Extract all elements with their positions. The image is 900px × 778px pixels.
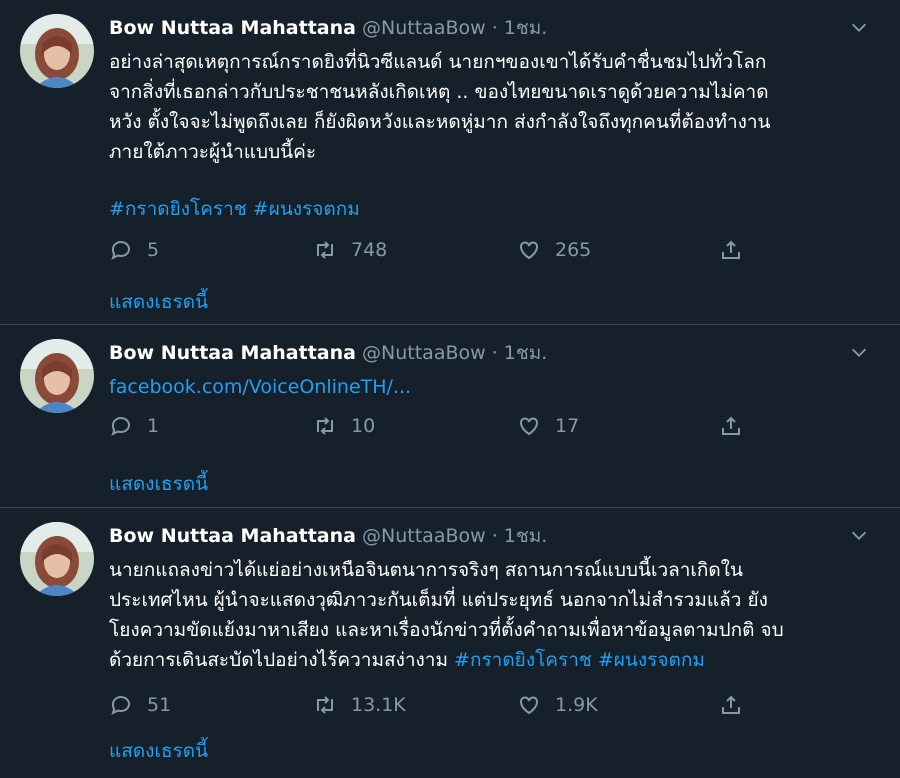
tweet-text-line: จากสิ่งที่เธอกล่าวกับประชาชนหลังเกิดเหตุ… <box>109 81 769 103</box>
tweet-text: อย่างล่าสุดเหตุการณ์กราดยิงที่นิวซีแลนด์… <box>109 47 870 224</box>
like-count: 265 <box>555 239 592 261</box>
like-button[interactable]: 17 <box>517 414 579 438</box>
author-name[interactable]: Bow Nuttaa Mahattana <box>109 525 356 547</box>
show-thread-link[interactable]: แสดงเธรดนี้ <box>109 469 208 499</box>
tweet-text-line: ด้วยการเดินสะบัดไปอย่างไร้ความสง่างาม #ก… <box>109 645 870 675</box>
tweet-text: นายกแถลงข่าวได้แย่อย่างเหนือจินตนาการจริ… <box>109 555 870 675</box>
tweet-actions: 1 10 17 <box>109 414 870 444</box>
tweet-text-line: ประเทศไหน ผู้นำจะแสดงวุฒิภาวะกันเต็มที่ … <box>109 589 768 611</box>
retweet-count: 13.1K <box>351 694 406 716</box>
chevron-down-icon[interactable] <box>848 341 870 363</box>
avatar[interactable] <box>20 522 94 596</box>
hashtag-link[interactable]: #กราดยิงโคราช #ผนงรจตกม <box>454 649 705 671</box>
timestamp[interactable]: · 1ชม. <box>492 17 548 39</box>
tweet-header: Bow Nuttaa Mahattana @NuttaaBow · 1ชม. <box>109 15 870 41</box>
share-icon <box>722 695 740 714</box>
reply-icon <box>111 241 130 260</box>
chevron-down-icon[interactable] <box>848 524 870 546</box>
retweet-icon <box>317 241 333 259</box>
like-icon <box>520 417 538 436</box>
retweet-count: 748 <box>351 239 388 261</box>
tweet-text-line: โยงความขัดแย้งมาหาเสียง และหาเรื่องนักข่… <box>109 619 784 641</box>
tweet-text-line: ภายใต้ภาวะผู้นำแบบนี้ค่ะ <box>109 141 317 163</box>
like-icon <box>520 696 538 715</box>
share-button[interactable] <box>719 238 757 262</box>
reply-button[interactable]: 51 <box>109 693 171 717</box>
tweet-text-fragment: ด้วยการเดินสะบัดไปอย่างไร้ความสง่างาม <box>109 649 448 671</box>
tweet-actions: 51 13.1K 1.9K <box>109 693 870 723</box>
reply-icon <box>111 696 130 715</box>
tweet-text-line: นายกแถลงข่าวได้แย่อย่างเหนือจินตนาการจริ… <box>109 559 744 581</box>
like-count: 17 <box>555 415 580 437</box>
share-icon <box>722 416 740 435</box>
retweet-icon <box>317 417 333 435</box>
tweet-header: Bow Nuttaa Mahattana @NuttaaBow · 1ชม. <box>109 523 870 549</box>
tweet[interactable]: Bow Nuttaa Mahattana @NuttaaBow · 1ชม. น… <box>0 508 900 778</box>
like-button[interactable]: 265 <box>517 238 591 262</box>
retweet-button[interactable]: 13.1K <box>313 693 406 717</box>
chevron-down-icon[interactable] <box>848 16 870 38</box>
tweet-text-line: หวัง ตั้งใจจะไม่พูดถึงเลย ก็ยังผิดหวังแล… <box>109 111 771 133</box>
reply-icon <box>111 417 130 436</box>
tweet[interactable]: Bow Nuttaa Mahattana @NuttaaBow · 1ชม. อ… <box>0 0 900 325</box>
timestamp[interactable]: · 1ชม. <box>492 525 548 547</box>
like-count: 1.9K <box>555 694 598 716</box>
retweet-count: 10 <box>351 415 376 437</box>
retweet-button[interactable]: 10 <box>313 414 375 438</box>
show-thread-link[interactable]: แสดงเธรดนี้ <box>109 736 208 766</box>
author-handle[interactable]: @NuttaaBow <box>362 525 486 547</box>
reply-button[interactable]: 5 <box>109 238 159 262</box>
author-name[interactable]: Bow Nuttaa Mahattana <box>109 17 356 39</box>
avatar[interactable] <box>20 339 94 413</box>
reply-count: 1 <box>147 415 160 437</box>
author-name[interactable]: Bow Nuttaa Mahattana <box>109 342 356 364</box>
hashtag-link[interactable]: #กราดยิงโคราช #ผนงรจตกม <box>109 194 870 224</box>
timestamp[interactable]: · 1ชม. <box>492 342 548 364</box>
tweet-text: facebook.com/VoiceOnlineTH/... <box>109 372 870 402</box>
tweet-actions: 5 748 265 <box>109 238 870 268</box>
show-thread-link[interactable]: แสดงเธรดนี้ <box>109 287 208 317</box>
like-button[interactable]: 1.9K <box>517 693 598 717</box>
tweet-text-line: อย่างล่าสุดเหตุการณ์กราดยิงที่นิวซีแลนด์… <box>109 51 767 73</box>
external-link[interactable]: facebook.com/VoiceOnlineTH/... <box>109 372 870 402</box>
tweet-header: Bow Nuttaa Mahattana @NuttaaBow · 1ชม. <box>109 340 870 366</box>
share-icon <box>722 240 740 259</box>
reply-count: 5 <box>147 239 160 261</box>
retweet-icon <box>317 696 333 714</box>
share-button[interactable] <box>719 414 757 438</box>
retweet-button[interactable]: 748 <box>313 238 387 262</box>
like-icon <box>520 241 538 260</box>
tweet[interactable]: Bow Nuttaa Mahattana @NuttaaBow · 1ชม. f… <box>0 325 900 508</box>
reply-count: 51 <box>147 694 172 716</box>
author-handle[interactable]: @NuttaaBow <box>362 342 486 364</box>
share-button[interactable] <box>719 693 757 717</box>
reply-button[interactable]: 1 <box>109 414 159 438</box>
avatar[interactable] <box>20 14 94 88</box>
author-handle[interactable]: @NuttaaBow <box>362 17 486 39</box>
